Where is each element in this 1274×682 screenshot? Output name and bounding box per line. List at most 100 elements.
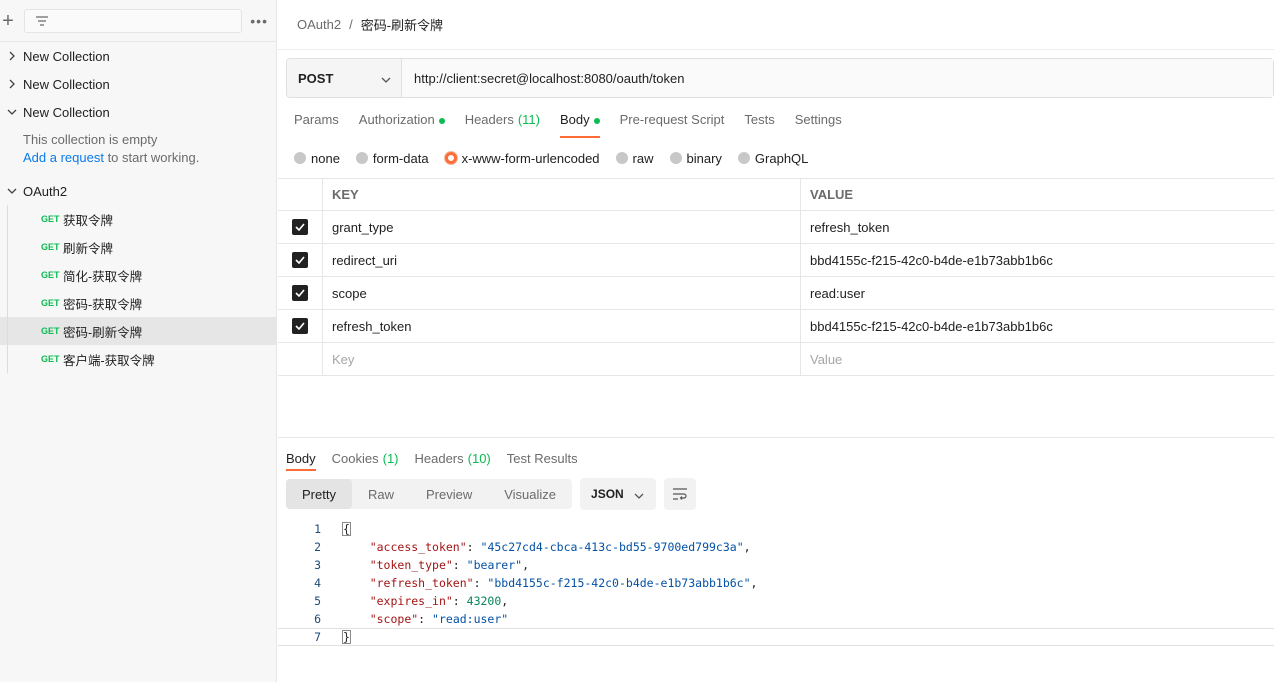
collection-item[interactable]: New Collection	[0, 70, 276, 98]
view-raw[interactable]: Raw	[352, 479, 410, 509]
request-item[interactable]: GET 密码-获取令牌	[0, 289, 276, 317]
value-cell[interactable]: bbd4155c-f215-42c0-b4de-e1b73abb1b6c	[801, 310, 1274, 342]
collection-item[interactable]: New Collection	[0, 42, 276, 70]
request-item[interactable]: GET 简化-获取令牌	[0, 261, 276, 289]
radio-icon	[737, 152, 750, 164]
row-checkbox[interactable]	[292, 285, 308, 301]
row-checkbox[interactable]	[292, 252, 308, 268]
main-panel: OAuth2 / 密码-刷新令牌 POST http://client:secr…	[278, 0, 1274, 682]
table-row-new: Key Value	[278, 343, 1274, 376]
tab-label: Test Results	[506, 451, 578, 466]
tab-body[interactable]: Body	[559, 112, 600, 138]
format-value: JSON	[591, 487, 624, 501]
key-cell[interactable]: scope	[323, 277, 801, 309]
url-bar: POST http://client:secret@localhost:8080…	[286, 58, 1274, 98]
method-badge: GET	[41, 242, 60, 252]
view-pretty[interactable]: Pretty	[286, 479, 352, 509]
view-visualize[interactable]: Visualize	[488, 479, 572, 509]
response-tab-headers[interactable]: Headers (10)	[415, 446, 491, 471]
column-header-key: KEY	[323, 179, 801, 210]
radio-icon	[355, 152, 368, 164]
method-badge: GET	[41, 354, 60, 364]
key-cell[interactable]: refresh_token	[323, 310, 801, 342]
request-item[interactable]: GET 获取令牌	[0, 205, 276, 233]
table-row: scope read:user	[278, 277, 1274, 310]
chevron-right-icon	[4, 51, 20, 61]
tab-settings[interactable]: Settings	[795, 112, 842, 138]
response-tab-body[interactable]: Body	[286, 446, 316, 471]
tab-tests[interactable]: Tests	[744, 112, 774, 138]
code-line: 2 "access_token": "45c27cd4-cbca-413c-bd…	[278, 538, 1274, 556]
method-badge: GET	[41, 298, 60, 308]
radio-label: x-www-form-urlencoded	[461, 150, 600, 166]
value-cell[interactable]: bbd4155c-f215-42c0-b4de-e1b73abb1b6c	[801, 244, 1274, 276]
close-brace: }	[342, 630, 351, 644]
tab-prerequest-script[interactable]: Pre-request Script	[620, 112, 725, 138]
row-checkbox[interactable]	[292, 318, 308, 334]
method-badge: GET	[41, 270, 60, 280]
radio-label: GraphQL	[754, 150, 809, 166]
tab-headers[interactable]: Headers (11)	[465, 112, 540, 138]
breadcrumb-separator: /	[349, 17, 353, 32]
tab-label: Body	[559, 112, 590, 127]
filter-input[interactable]	[24, 8, 242, 33]
radio-form-data[interactable]: form-data	[355, 150, 429, 166]
add-request-link[interactable]: Add a request	[23, 150, 104, 165]
request-name: 简化-获取令牌	[63, 269, 143, 284]
key-cell[interactable]: grant_type	[323, 211, 801, 243]
key-cell[interactable]: redirect_uri	[323, 244, 801, 276]
line-number: 2	[314, 540, 321, 554]
line-number: 5	[314, 594, 321, 608]
status-dot-icon	[593, 118, 600, 124]
view-preview[interactable]: Preview	[410, 479, 488, 509]
method-select[interactable]: POST	[287, 59, 402, 97]
breadcrumb-current[interactable]: 密码-刷新令牌	[361, 15, 443, 34]
radio-binary[interactable]: binary	[669, 151, 722, 166]
tab-label: Settings	[794, 112, 842, 127]
format-select[interactable]: JSON	[580, 478, 657, 510]
value-cell[interactable]: read:user	[801, 277, 1274, 309]
radio-label: raw	[632, 150, 654, 166]
response-tabs: Body Cookies (1) Headers (10) Test Results	[278, 437, 1274, 471]
chevron-down-icon	[4, 108, 20, 116]
json-scope: read:user	[438, 612, 502, 626]
value-cell[interactable]: refresh_token	[801, 211, 1274, 243]
collection-item[interactable]: New Collection	[0, 98, 276, 126]
radio-urlencoded[interactable]: x-www-form-urlencoded	[444, 150, 600, 166]
response-body-editor[interactable]: 1 { 2 "access_token": "45c27cd4-cbca-413…	[278, 520, 1274, 646]
json-token-type: bearer	[473, 558, 516, 572]
sidebar-toolbar: + •••	[0, 0, 276, 42]
tab-label: Authorization	[358, 112, 435, 127]
key-input[interactable]: Key	[323, 343, 801, 375]
breadcrumb-parent[interactable]: OAuth2	[297, 17, 341, 32]
radio-raw[interactable]: raw	[615, 150, 654, 166]
empty-note-text: This collection is empty	[23, 132, 158, 147]
method-value: POST	[298, 70, 334, 86]
filter-icon	[36, 15, 48, 26]
wrap-lines-button[interactable]	[664, 478, 697, 510]
method-badge: GET	[41, 214, 60, 224]
code-line: 3 "token_type": "bearer",	[278, 556, 1274, 574]
collection-item-oauth2[interactable]: OAuth2	[0, 177, 276, 205]
response-tab-cookies[interactable]: Cookies (1)	[332, 446, 399, 471]
request-item-active[interactable]: GET 密码-刷新令牌	[0, 317, 276, 345]
row-checkbox[interactable]	[292, 219, 308, 235]
tab-label: Headers	[414, 451, 464, 466]
tab-authorization[interactable]: Authorization	[359, 112, 445, 138]
response-tab-test-results[interactable]: Test Results	[507, 446, 578, 471]
request-item[interactable]: GET 刷新令牌	[0, 233, 276, 261]
radio-label: none	[311, 150, 340, 166]
radio-graphql[interactable]: GraphQL	[737, 150, 809, 166]
radio-none[interactable]: none	[294, 151, 340, 166]
plus-icon[interactable]: +	[0, 11, 16, 31]
collection-name: OAuth2	[23, 183, 68, 199]
more-options-icon[interactable]: •••	[250, 13, 268, 29]
response-view-bar: Pretty Raw Preview Visualize JSON	[286, 478, 697, 510]
empty-collection-note: This collection is empty Add a request t…	[0, 131, 276, 167]
open-brace: {	[342, 522, 351, 536]
request-item[interactable]: GET 客户端-获取令牌	[0, 345, 276, 373]
tab-params[interactable]: Params	[294, 112, 339, 138]
radio-label: form-data	[372, 150, 429, 166]
url-input[interactable]: http://client:secret@localhost:8080/oaut…	[402, 59, 1273, 97]
value-input[interactable]: Value	[801, 343, 1274, 375]
